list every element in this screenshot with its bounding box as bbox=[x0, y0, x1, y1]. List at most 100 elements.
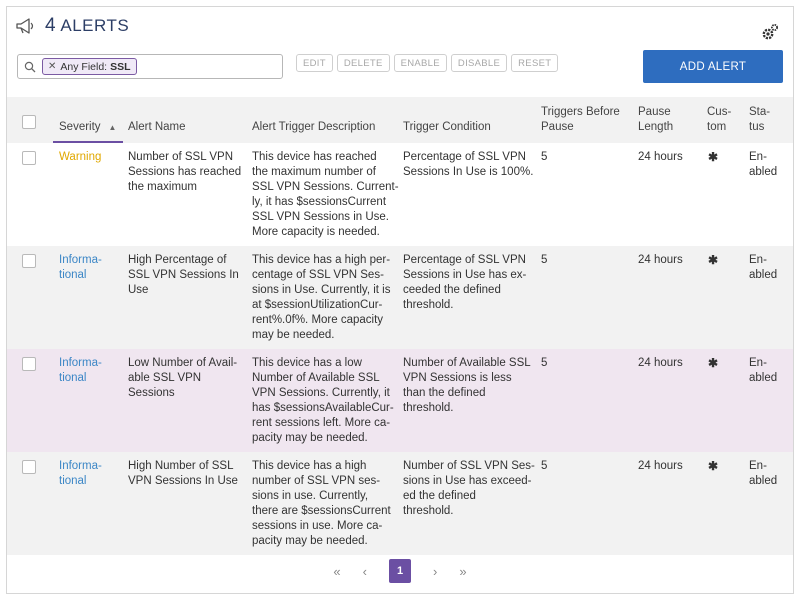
col-status-l1: Sta- bbox=[749, 106, 771, 118]
pause-length-cell: 24 hours bbox=[638, 460, 683, 472]
page-1-button[interactable]: 1 bbox=[389, 559, 411, 583]
table-row[interactable]: Informa-tional High Percentage of SSL VPN … bbox=[7, 246, 793, 349]
select-all-checkbox[interactable] bbox=[22, 115, 36, 129]
condition-cell: Percentage of SSL VPN Sessions In Use is … bbox=[403, 150, 533, 180]
status-cell: En-abled bbox=[749, 459, 777, 489]
settings-gear-icon[interactable] bbox=[761, 23, 779, 41]
description-cell-line: This device has reached bbox=[252, 151, 377, 163]
condition-cell-line: Sessions in Use has ex- bbox=[403, 269, 527, 281]
col-description[interactable]: Alert Trigger Description bbox=[252, 120, 375, 135]
alert-name-cell-line: Number of SSL VPN bbox=[128, 151, 234, 163]
enable-button[interactable]: ENABLE bbox=[393, 54, 447, 72]
triggers-cell: 5 bbox=[541, 460, 548, 472]
condition-cell-line: Sessions In Use is 100%. bbox=[403, 166, 534, 178]
severity-cell-line: tional bbox=[59, 269, 87, 281]
pause-length-cell: 24 hours bbox=[638, 254, 683, 266]
col-pause-l2: Length bbox=[638, 121, 674, 133]
triggers-cell: 5 bbox=[541, 254, 548, 266]
severity-cell-line: Warning bbox=[59, 151, 102, 163]
description-cell-line: rent sessions left. More ca- bbox=[252, 417, 391, 429]
severity-cell-line: Informa- bbox=[59, 460, 102, 472]
row-checkbox[interactable] bbox=[22, 254, 36, 268]
severity-cell-line: Informa- bbox=[59, 254, 102, 266]
status-cell: En-abled bbox=[749, 150, 777, 180]
triggers-cell: 5 bbox=[541, 151, 548, 163]
condition-cell-line: Number of SSL VPN Ses- bbox=[403, 460, 535, 472]
description-cell-line: the maximum number of bbox=[252, 166, 376, 178]
reset-button[interactable]: RESET bbox=[511, 54, 559, 72]
chip-field: Any Field: bbox=[60, 60, 108, 73]
severity-cell: Informa-tional bbox=[59, 459, 102, 489]
table-row[interactable]: Informa-tional High Number of SSL VPN Sess… bbox=[7, 452, 793, 555]
description-cell: This device has a low Number of Available… bbox=[252, 356, 394, 446]
table-row[interactable]: Warning Number of SSL VPN Sessions has rea… bbox=[7, 143, 793, 246]
col-custom-l2: tom bbox=[707, 121, 727, 133]
delete-button[interactable]: DELETE bbox=[336, 54, 390, 72]
status-cell-line: abled bbox=[749, 166, 778, 178]
alert-name-cell-line: High Number of SSL bbox=[128, 460, 234, 472]
search-filter-input[interactable]: ✕ Any Field: SSL bbox=[17, 54, 283, 79]
col-status-l2: tus bbox=[749, 121, 765, 133]
condition-cell-line: Percentage of SSL VPN bbox=[403, 151, 526, 163]
severity-cell-line: tional bbox=[59, 475, 87, 487]
col-status[interactable]: Sta- tus bbox=[749, 105, 770, 135]
sort-asc-icon[interactable]: ▲ bbox=[109, 123, 117, 132]
status-cell-line: abled bbox=[749, 269, 778, 281]
severity-cell: Informa-tional bbox=[59, 356, 102, 386]
description-cell: This device has a high per-centage of SS… bbox=[252, 253, 390, 343]
alert-name-cell-line: VPN Sessions In Use bbox=[128, 475, 238, 487]
row-checkbox[interactable] bbox=[22, 151, 36, 165]
status-cell: En-abled bbox=[749, 253, 777, 283]
condition-cell: Number of Available SSL VPN Sessions is l… bbox=[403, 356, 531, 416]
last-page-button[interactable]: » bbox=[459, 564, 466, 579]
description-cell: This device has a high number of SSL VPN … bbox=[252, 459, 391, 549]
alert-name-cell: Low Number of Avail-able SSL VPN Sessions bbox=[128, 356, 237, 401]
add-alert-button[interactable]: ADD ALERT bbox=[643, 50, 783, 83]
condition-cell-line: threshold. bbox=[403, 505, 454, 517]
col-custom[interactable]: Cus- tom bbox=[707, 105, 731, 135]
pagination: « ‹ 1 › » bbox=[7, 558, 793, 584]
prev-page-button[interactable]: ‹ bbox=[363, 564, 367, 579]
description-cell-line: pacity may be needed. bbox=[252, 535, 368, 547]
alert-name-cell-line: High Percentage of bbox=[128, 254, 227, 266]
condition-cell-line: VPN Sessions is less bbox=[403, 372, 512, 384]
status-cell-line: En- bbox=[749, 357, 767, 369]
col-alert-name[interactable]: Alert Name bbox=[128, 120, 186, 135]
col-pause-l1: Pause bbox=[638, 106, 671, 118]
row-checkbox[interactable] bbox=[22, 460, 36, 474]
table-row[interactable]: Informa-tional Low Number of Avail-able S… bbox=[7, 349, 793, 452]
condition-cell-line: than the defined bbox=[403, 387, 486, 399]
description-cell-line: sions in Use. Currently, it is bbox=[252, 284, 391, 296]
chip-value: SSL bbox=[110, 60, 131, 73]
description-cell-line: may be needed. bbox=[252, 329, 335, 341]
condition-cell-line: sions in Use has exceed- bbox=[403, 475, 532, 487]
col-severity[interactable]: Severity ▲ bbox=[59, 120, 116, 135]
remove-chip-icon[interactable]: ✕ bbox=[48, 61, 56, 72]
alert-name-cell: High Number of SSL VPN Sessions In Use bbox=[128, 459, 238, 489]
col-condition[interactable]: Trigger Condition bbox=[403, 120, 491, 135]
alert-name-cell-line: the maximum bbox=[128, 181, 198, 193]
description-cell: This device has reached the maximum numbe… bbox=[252, 150, 399, 240]
condition-cell-line: ed the defined bbox=[403, 490, 476, 502]
description-cell-line: sions in use. Currently, bbox=[252, 490, 369, 502]
title-label: ALERTS bbox=[60, 16, 130, 35]
triggers-cell: 5 bbox=[541, 357, 548, 369]
page-title: 4 ALERTS bbox=[45, 15, 129, 37]
first-page-button[interactable]: « bbox=[333, 564, 340, 579]
col-triggers[interactable]: Triggers Before Pause bbox=[541, 105, 620, 135]
next-page-button[interactable]: › bbox=[433, 564, 437, 579]
col-pause[interactable]: Pause Length bbox=[638, 105, 673, 135]
description-cell-line: centage of SSL VPN Ses- bbox=[252, 269, 384, 281]
edit-button[interactable]: EDIT bbox=[296, 54, 333, 72]
row-checkbox[interactable] bbox=[22, 357, 36, 371]
condition-cell-line: Percentage of SSL VPN bbox=[403, 254, 526, 266]
severity-cell-line: Informa- bbox=[59, 357, 102, 369]
alert-name-cell: High Percentage of SSL VPN Sessions In Use bbox=[128, 253, 239, 298]
description-cell-line: rent%.0f%. More capacity bbox=[252, 314, 384, 326]
condition-cell: Percentage of SSL VPN Sessions in Use has… bbox=[403, 253, 526, 313]
status-cell-line: En- bbox=[749, 151, 767, 163]
disable-button[interactable]: DISABLE bbox=[450, 54, 508, 72]
col-severity-label: Severity bbox=[59, 121, 101, 133]
status-cell-line: En- bbox=[749, 254, 767, 266]
pause-length-cell: 24 hours bbox=[638, 357, 683, 369]
